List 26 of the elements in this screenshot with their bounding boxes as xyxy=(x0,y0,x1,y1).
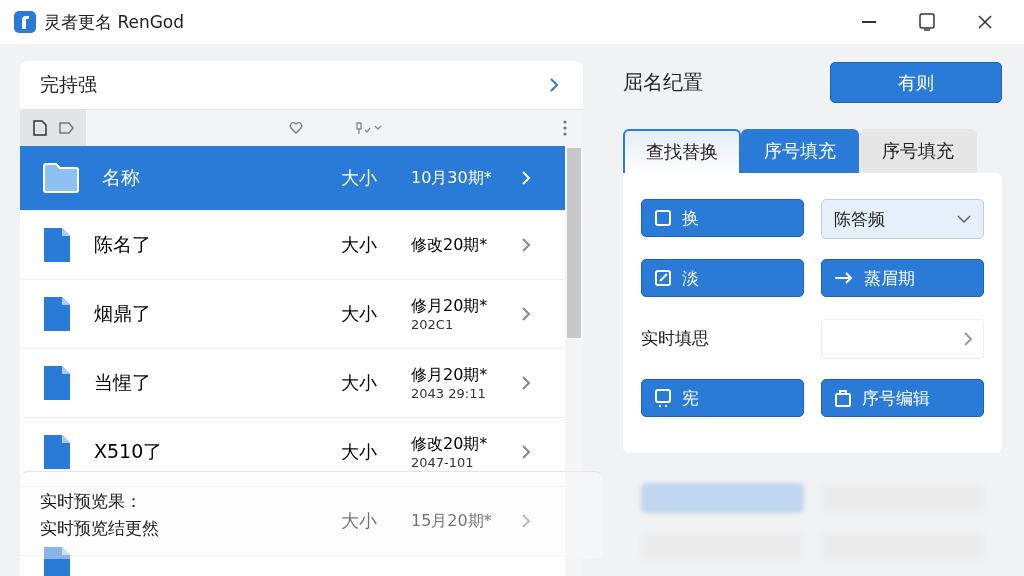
window-title: 灵者更名 RenGod xyxy=(44,10,186,34)
file-name: 陈名了 xyxy=(94,233,151,255)
file-time: 2047-101 xyxy=(411,455,475,470)
file-date: 修改20期* xyxy=(411,234,489,256)
file-time: 202C1 xyxy=(411,317,455,332)
preview-title: 实时预览果： xyxy=(40,490,142,513)
file-size: 大小 xyxy=(341,302,378,326)
file-time: 2043 29:11 xyxy=(411,386,487,401)
file-size: 大小 xyxy=(341,440,378,464)
file-name: X510了 xyxy=(94,440,163,462)
file-date: 修月20期* xyxy=(411,296,489,317)
file-size: 大小 xyxy=(341,509,378,533)
file-date: 修月20期* xyxy=(411,365,489,386)
preview-text: 实时预览结更然 xyxy=(40,517,159,540)
settings-title: 屈名纪置 xyxy=(623,69,703,96)
folder-path: 完持强 xyxy=(40,72,97,97)
file-date: 10月30期* xyxy=(411,167,493,189)
file-name: 名称 xyxy=(102,166,140,188)
file-name: 烟鼎了 xyxy=(94,302,151,324)
file-date: 修改20期* xyxy=(411,434,489,455)
file-name: 当惺了 xyxy=(94,371,151,393)
file-size: 大小 xyxy=(341,233,378,257)
file-date: 15月20期* xyxy=(411,510,493,532)
file-size: 大小 xyxy=(341,371,378,395)
field-label: 实时填思 xyxy=(641,326,710,350)
file-size: 大小 xyxy=(341,166,378,190)
